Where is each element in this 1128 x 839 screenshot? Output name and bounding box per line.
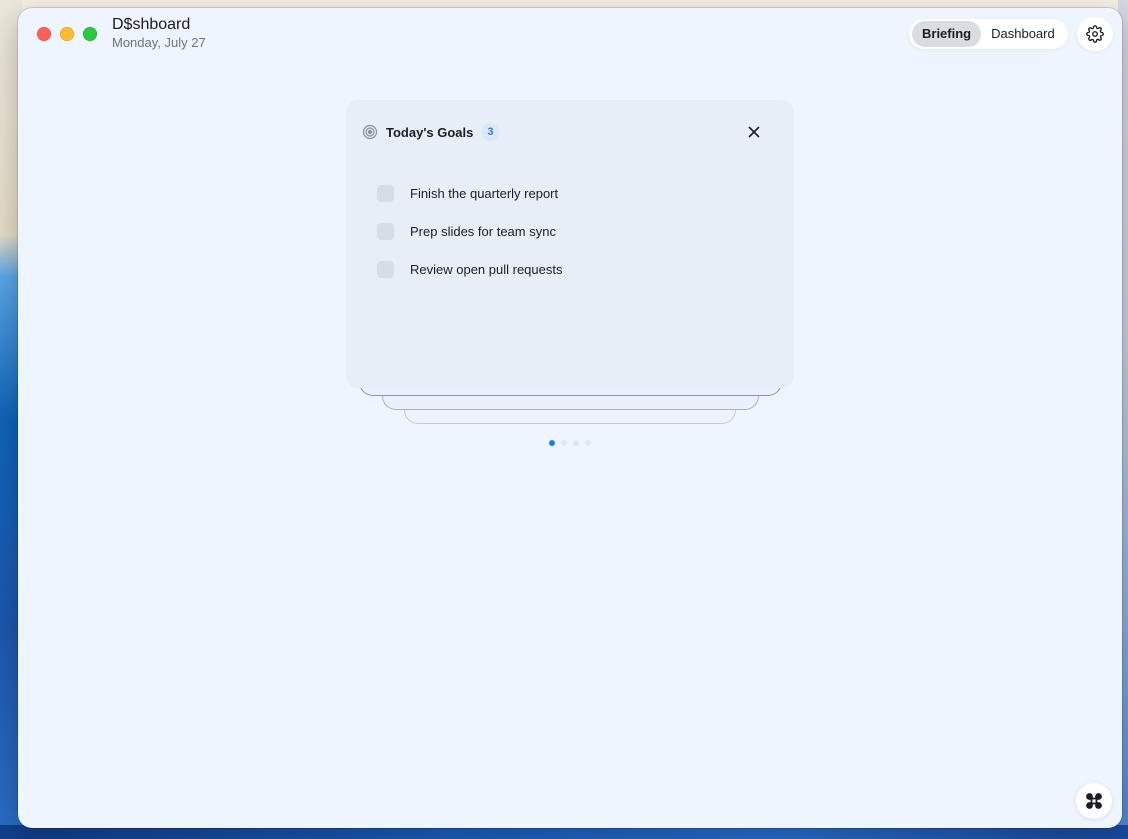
goals-count-badge: 3	[481, 123, 500, 141]
goals-card-header: Today's Goals 3	[362, 122, 778, 142]
app-date: Monday, July 27	[112, 35, 206, 50]
goals-list: Finish the quarterly report Prep slides …	[377, 174, 562, 288]
gear-icon	[1086, 25, 1104, 43]
page-dot-2[interactable]	[561, 440, 567, 446]
goal-label: Finish the quarterly report	[410, 185, 559, 201]
window-controls	[37, 27, 97, 41]
goals-card: Today's Goals 3 Finish the quarterly rep…	[346, 100, 794, 388]
goal-checkbox[interactable]	[377, 222, 394, 240]
settings-button[interactable]	[1077, 17, 1113, 51]
goal-checkbox[interactable]	[377, 184, 394, 202]
goal-item: Review open pull requests	[377, 250, 562, 288]
command-button[interactable]	[1076, 783, 1112, 819]
zoom-window-button[interactable]	[83, 27, 97, 41]
goal-label: Prep slides for team sync	[410, 223, 556, 239]
goal-item: Prep slides for team sync	[377, 212, 562, 250]
view-switcher: Briefing Dashboard	[909, 19, 1068, 49]
target-icon	[362, 124, 378, 140]
tab-briefing[interactable]: Briefing	[912, 21, 982, 47]
page-dot-1[interactable]	[549, 440, 555, 446]
page-indicator	[549, 440, 591, 446]
goal-checkbox[interactable]	[377, 260, 394, 278]
goal-item: Finish the quarterly report	[377, 174, 562, 212]
close-icon	[748, 126, 760, 138]
command-icon	[1086, 793, 1102, 809]
close-window-button[interactable]	[37, 27, 51, 41]
minimize-window-button[interactable]	[60, 27, 74, 41]
page-dot-3[interactable]	[573, 440, 579, 446]
page-dot-4[interactable]	[585, 440, 591, 446]
app-title: D$shboard	[112, 16, 191, 33]
goals-card-title: Today's Goals	[386, 124, 474, 140]
tab-dashboard[interactable]: Dashboard	[981, 21, 1065, 47]
app-window: D$shboard Monday, July 27 Briefing Dashb…	[18, 8, 1122, 828]
goal-label: Review open pull requests	[410, 261, 563, 277]
close-card-button[interactable]	[744, 122, 764, 142]
